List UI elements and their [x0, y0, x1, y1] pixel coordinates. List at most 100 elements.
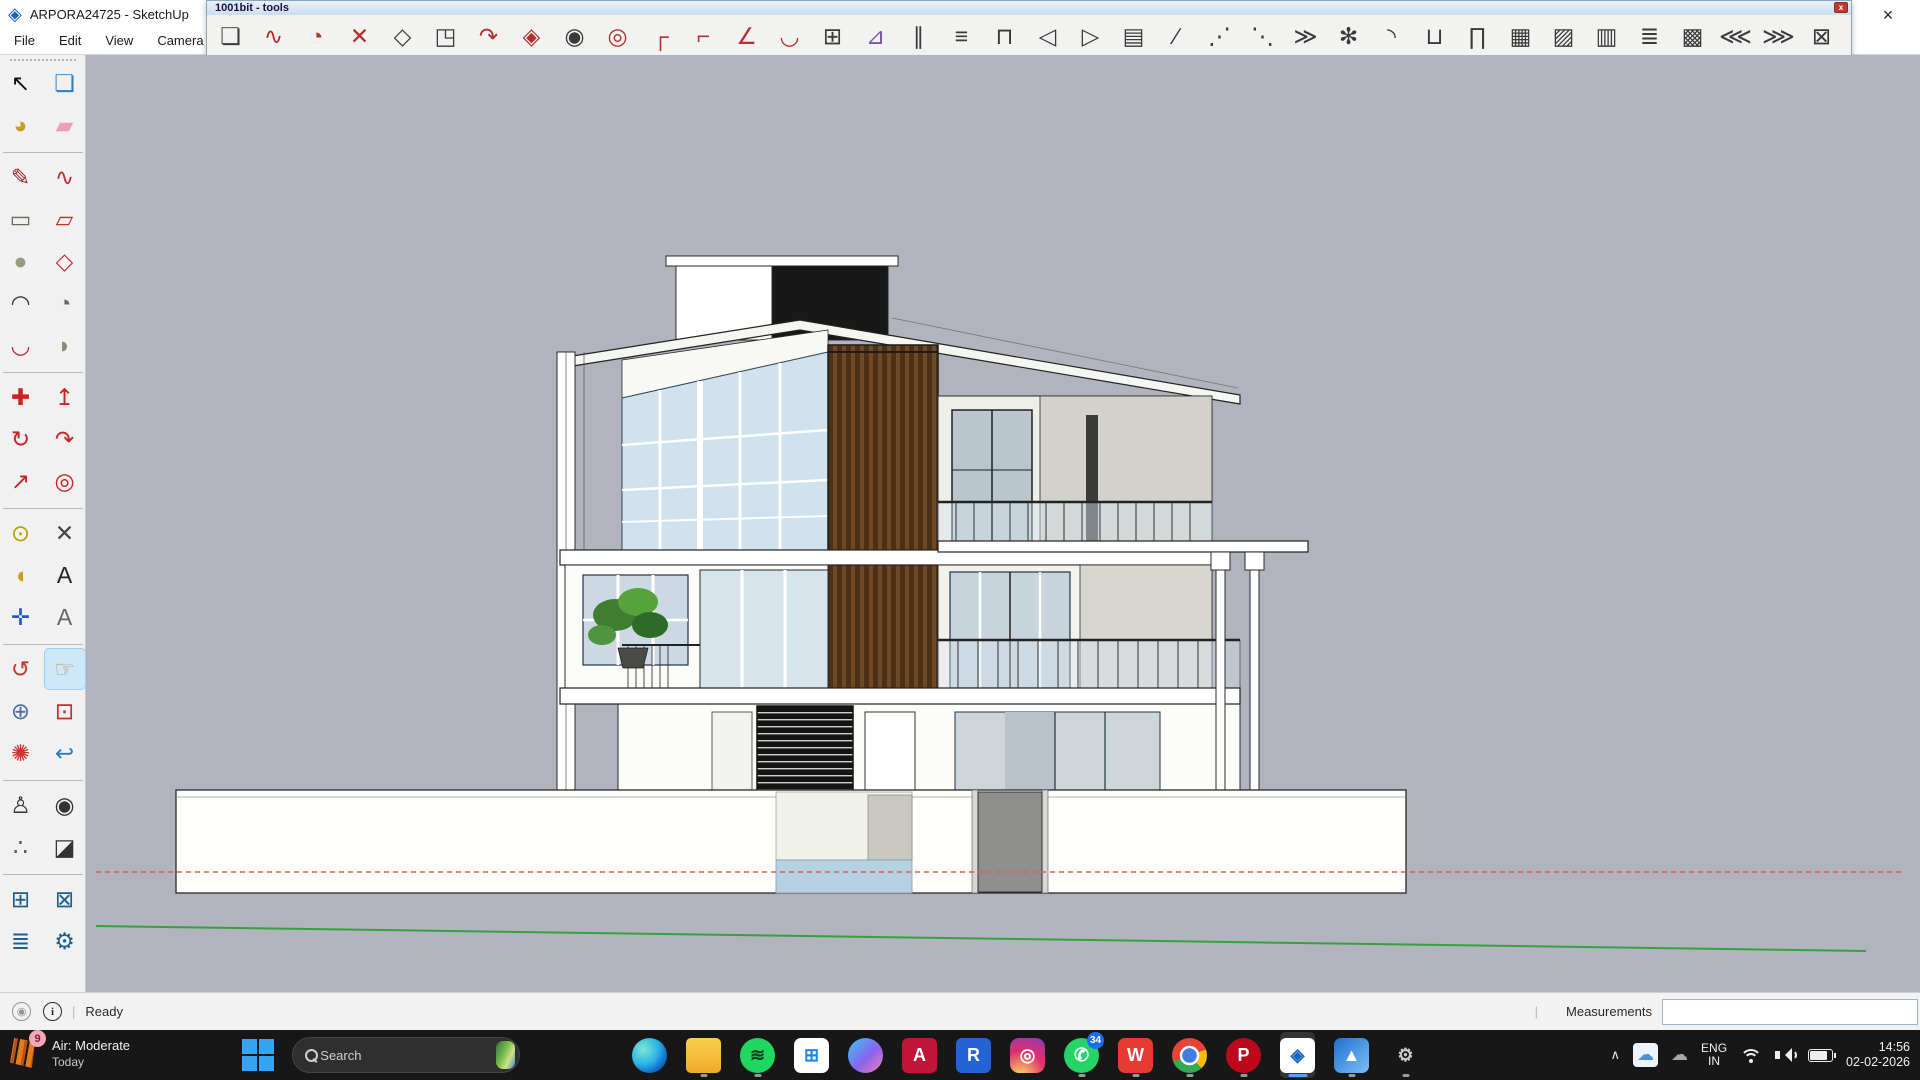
curved-stair-tool[interactable]: ◝ [1375, 17, 1408, 55]
menu-view[interactable]: View [93, 27, 145, 53]
column-ring-tool[interactable]: ⊓ [988, 17, 1021, 55]
taskbar-autocad[interactable]: A [902, 1032, 937, 1078]
taskbar-file-explorer[interactable] [686, 1032, 721, 1078]
taskbar-instagram[interactable]: ◎ [1010, 1032, 1045, 1078]
taskbar-edge[interactable] [632, 1032, 667, 1078]
three-point-arc-tool[interactable]: ◗ [45, 325, 85, 365]
offset-curve-tool[interactable]: ◡ [773, 17, 806, 55]
pie-tool[interactable]: ◔ [45, 283, 85, 323]
polyline-nodes-tool[interactable]: ∿ [257, 17, 290, 55]
onedrive-icon[interactable]: ☁ [1633, 1043, 1658, 1067]
taskbar-pinterest[interactable]: P [1226, 1032, 1261, 1078]
fillet-corner-tool[interactable]: ┌ [644, 17, 677, 55]
text-tool[interactable]: A [45, 555, 85, 595]
revolve-profile-tool[interactable]: ◔ [300, 17, 333, 55]
circle-tool[interactable]: ● [1, 241, 41, 281]
panel-flip-right-tool[interactable]: ▷ [1074, 17, 1107, 55]
columns-pair-tool[interactable]: ∥ [902, 17, 935, 55]
clock[interactable]: 14:56 02-02-2026 [1846, 1040, 1910, 1070]
info-icon[interactable]: i [43, 1002, 62, 1021]
landing-tool[interactable]: ⊔ [1418, 17, 1451, 55]
orbit-tool[interactable]: ↺ [1, 649, 41, 689]
lattice-tool[interactable]: ▩ [1676, 17, 1709, 55]
intersect-lines-tool[interactable]: ✕ [343, 17, 376, 55]
stair-branch-tool[interactable]: ≫ [1289, 17, 1322, 55]
taskbar-wps-office[interactable]: W [1118, 1032, 1153, 1078]
rotated-rectangle-tool[interactable]: ▱ [45, 199, 85, 239]
search-input[interactable] [320, 1048, 496, 1063]
model-canvas[interactable] [86, 55, 1920, 992]
3d-text-tool[interactable]: A [45, 597, 85, 637]
shelf-rack-tool[interactable]: ▤ [1117, 17, 1150, 55]
chamfer-corner-tool[interactable]: ⌐ [687, 17, 720, 55]
menu-file[interactable]: File [2, 27, 47, 53]
stair-steps-tool[interactable]: ⋱ [1246, 17, 1279, 55]
freehand-tool[interactable]: ∿ [45, 157, 85, 197]
plugin-toolbar-close-button[interactable]: x [1834, 2, 1848, 13]
two-point-arc-tool[interactable]: ◡ [1, 325, 41, 365]
previous-view-tool[interactable]: ↩ [45, 733, 85, 773]
node-point-tool[interactable]: ◎ [601, 17, 634, 55]
window-close-button[interactable]: × [1874, 4, 1902, 26]
walk-tool[interactable]: ∴ [1, 827, 41, 867]
weather-widget[interactable]: 9 Air: Moderate Today [8, 1034, 130, 1072]
panel-flip-left-tool[interactable]: ◁ [1031, 17, 1064, 55]
ramp-slope-tool[interactable]: ∕ [1160, 17, 1193, 55]
taskbar-copilot[interactable] [848, 1032, 883, 1078]
roof-fold-tool[interactable]: ⊠ [1805, 17, 1838, 55]
extrude-face-tool[interactable]: ◳ [429, 17, 462, 55]
line-tool[interactable]: ✎ [1, 157, 41, 197]
taskbar-whatsapp[interactable]: ✆ 34 [1064, 1032, 1099, 1078]
paint-bucket-tool[interactable]: ◕ [1, 105, 41, 145]
extension-settings-tool[interactable]: ⚙ [45, 921, 85, 961]
columns-cluster-tool[interactable]: ≡ [945, 17, 978, 55]
tape-measure-tool[interactable]: ⊙ [1, 513, 41, 553]
protractor-tool[interactable]: ◖ [1, 555, 41, 595]
rafters-tool[interactable]: ⋘ [1719, 17, 1752, 55]
position-camera-tool[interactable]: ♙ [1, 785, 41, 825]
angle-vertex-tool[interactable]: ∠ [730, 17, 763, 55]
offset-tool[interactable]: ◎ [45, 461, 85, 501]
arc-tool[interactable]: ◠ [1, 283, 41, 323]
geolocation-icon[interactable]: ◉ [12, 1002, 31, 1021]
pyramid-box-tool[interactable]: ◈ [515, 17, 548, 55]
taskbar-search[interactable] [292, 1037, 520, 1073]
tray-overflow-chevron-icon[interactable]: ∧ [1611, 1047, 1621, 1063]
door-frame-tool[interactable]: ∏ [1461, 17, 1494, 55]
extension-sync-tool[interactable]: ⊠ [45, 879, 85, 919]
move-tool[interactable]: ✚ [1, 377, 41, 417]
louver-stack-tool[interactable]: ▥ [1590, 17, 1623, 55]
start-button[interactable] [242, 1039, 274, 1071]
zoom-window-tool[interactable]: ⊡ [45, 691, 85, 731]
taskbar-microsoft-store[interactable]: ⊞ [794, 1032, 829, 1078]
polygon-dashed-tool[interactable]: ◇ [386, 17, 419, 55]
axes-tool[interactable]: ✛ [1, 597, 41, 637]
polygon-tool[interactable]: ◇ [45, 241, 85, 281]
fence-vertical-tool[interactable]: ≣ [1633, 17, 1666, 55]
hatch-diagonal-tool[interactable]: ▨ [1547, 17, 1580, 55]
follow-me-tool[interactable]: ↷ [45, 419, 85, 459]
taskbar-chrome[interactable] [1172, 1032, 1207, 1078]
frame-grid-tool[interactable]: ⊞ [816, 17, 849, 55]
taskbar-sketchup[interactable]: ◈ [1280, 1032, 1315, 1078]
look-around-tool[interactable]: ◉ [45, 785, 85, 825]
stair-run-tool[interactable]: ⋰ [1203, 17, 1236, 55]
rectangle-tool[interactable]: ▭ [1, 199, 41, 239]
zoom-tool[interactable]: ⊕ [1, 691, 41, 731]
cut-plane-tool[interactable]: ⊿ [859, 17, 892, 55]
volume-icon[interactable] [1775, 1047, 1795, 1063]
extension-layers-tool[interactable]: ≣ [1, 921, 41, 961]
wifi-icon[interactable] [1740, 1046, 1762, 1064]
taskbar-photos[interactable]: ▲ [1334, 1032, 1369, 1078]
plugin-toolbar-titlebar[interactable]: 1001bit - tools x [207, 1, 1851, 15]
purlins-tool[interactable]: ⋙ [1762, 17, 1795, 55]
toolbar-grip[interactable] [10, 59, 76, 61]
rotate-tool[interactable]: ↻ [1, 419, 41, 459]
make-component-tool[interactable]: ❏ [45, 63, 85, 103]
battery-icon[interactable] [1808, 1049, 1833, 1062]
push-pull-tool[interactable]: ↥ [45, 377, 85, 417]
extension-import-tool[interactable]: ⊞ [1, 879, 41, 919]
draw-face-tool[interactable]: ❏ [214, 17, 247, 55]
taskbar-spotify[interactable]: ≋ [740, 1032, 775, 1078]
cloud-idle-icon[interactable]: ☁ [1671, 1045, 1688, 1065]
